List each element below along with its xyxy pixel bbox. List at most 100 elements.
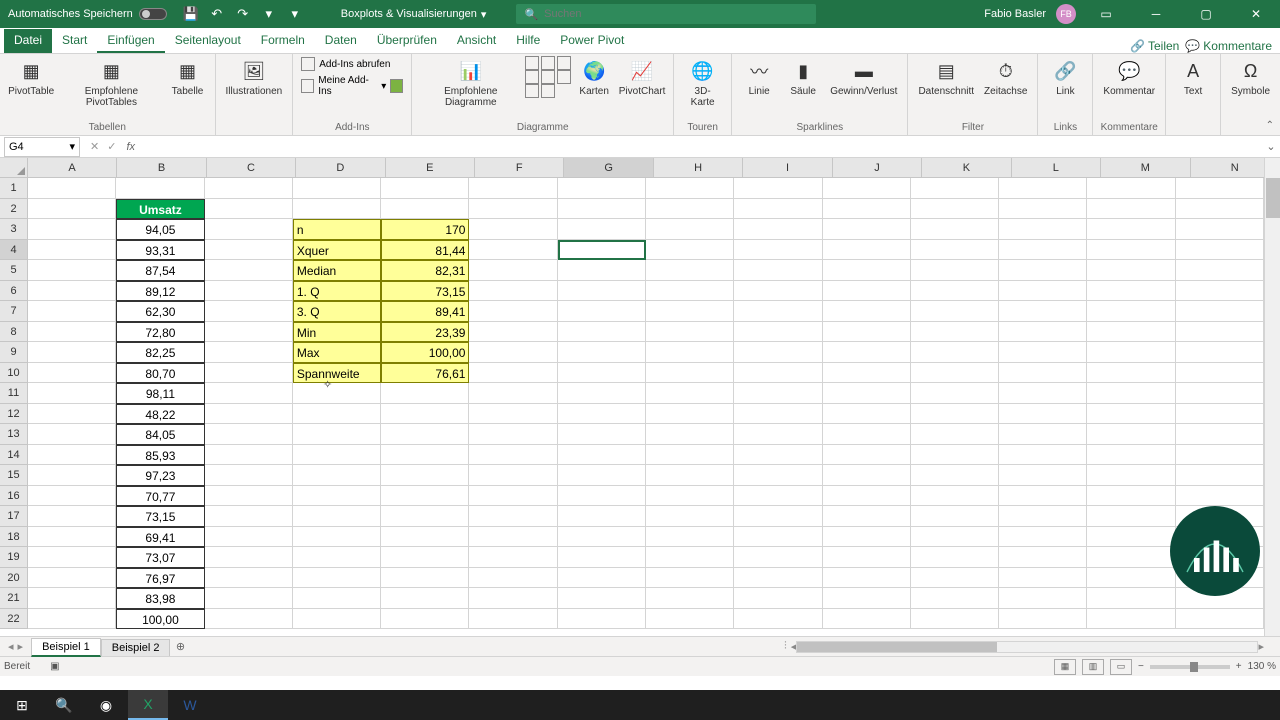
cell-K12[interactable] [911,404,999,425]
cell-D10[interactable]: Spannweite [293,363,381,384]
cell-G6[interactable] [558,281,646,302]
tab-daten[interactable]: Daten [315,29,367,53]
cell-K7[interactable] [911,301,999,322]
cell-D22[interactable] [293,609,381,630]
cell-N12[interactable] [1176,404,1264,425]
sheet-nav[interactable]: ◂▸ [0,640,31,653]
cell-K9[interactable] [911,342,999,363]
cell-C8[interactable] [205,322,293,343]
tab-start[interactable]: Start [52,29,97,53]
cell-E16[interactable] [381,486,469,507]
cell-I10[interactable] [734,363,822,384]
scatter-chart-icon[interactable] [541,70,555,84]
cell-D6[interactable]: 1. Q [293,281,381,302]
get-addins-button[interactable]: Add-Ins abrufen [299,56,405,72]
cell-A17[interactable] [28,506,116,527]
cell-B17[interactable]: 73,15 [116,506,204,527]
search-box[interactable]: 🔍 [516,4,816,24]
cell-A16[interactable] [28,486,116,507]
cell-M21[interactable] [1087,588,1175,609]
cell-J22[interactable] [823,609,911,630]
cell-L20[interactable] [999,568,1087,589]
chevron-down-icon[interactable]: ▾ [481,8,487,21]
cell-I16[interactable] [734,486,822,507]
cell-L3[interactable] [999,219,1087,240]
cell-G11[interactable] [558,383,646,404]
cell-B9[interactable]: 82,25 [116,342,204,363]
fx-icon[interactable]: fx [122,141,139,153]
cell-E20[interactable] [381,568,469,589]
sparkline-line-button[interactable]: 〰Linie [738,56,780,99]
row-header-15[interactable]: 15 [0,465,28,486]
accept-formula-icon[interactable]: ✓ [107,140,116,153]
stock-chart-icon[interactable] [541,84,555,98]
cell-M13[interactable] [1087,424,1175,445]
cell-E17[interactable] [381,506,469,527]
cell-M6[interactable] [1087,281,1175,302]
cell-I19[interactable] [734,547,822,568]
cell-B21[interactable]: 83,98 [116,588,204,609]
cell-F20[interactable] [469,568,557,589]
cell-F21[interactable] [469,588,557,609]
cell-F17[interactable] [469,506,557,527]
area-chart-icon[interactable] [525,70,539,84]
cell-H12[interactable] [646,404,734,425]
cell-H21[interactable] [646,588,734,609]
cell-I12[interactable] [734,404,822,425]
row-header-2[interactable]: 2 [0,199,28,220]
cell-I11[interactable] [734,383,822,404]
row-header-14[interactable]: 14 [0,445,28,466]
row-header-20[interactable]: 20 [0,568,28,589]
minimize-button[interactable]: ─ [1136,0,1176,28]
cell-H14[interactable] [646,445,734,466]
cell-M16[interactable] [1087,486,1175,507]
cell-E22[interactable] [381,609,469,630]
qat-more-icon[interactable]: ▾ [287,6,303,22]
cell-L8[interactable] [999,322,1087,343]
cell-M2[interactable] [1087,199,1175,220]
cell-D11[interactable] [293,383,381,404]
vertical-scrollbar[interactable] [1264,158,1280,636]
cell-A18[interactable] [28,527,116,548]
cell-B10[interactable]: 80,70 [116,363,204,384]
cell-C5[interactable] [205,260,293,281]
cell-C4[interactable] [205,240,293,261]
cell-J21[interactable] [823,588,911,609]
view-pagelayout-button[interactable]: ▥ [1082,659,1104,675]
expand-formula-icon[interactable]: ⌄ [1262,140,1280,153]
cell-N9[interactable] [1176,342,1264,363]
row-header-18[interactable]: 18 [0,527,28,548]
cell-J10[interactable] [823,363,911,384]
start-button[interactable]: ⊞ [2,690,42,720]
cell-D19[interactable] [293,547,381,568]
cell-L7[interactable] [999,301,1087,322]
cell-L16[interactable] [999,486,1087,507]
cell-H16[interactable] [646,486,734,507]
autosave-toggle[interactable]: Automatisches Speichern [0,8,175,20]
cell-A9[interactable] [28,342,116,363]
cell-K3[interactable] [911,219,999,240]
cell-N7[interactable] [1176,301,1264,322]
cell-B2[interactable]: Umsatz [116,199,204,220]
cell-J20[interactable] [823,568,911,589]
cell-A6[interactable] [28,281,116,302]
cell-J2[interactable] [823,199,911,220]
cell-G18[interactable] [558,527,646,548]
tab-einfuegen[interactable]: Einfügen [97,29,164,53]
cell-L13[interactable] [999,424,1087,445]
cell-F5[interactable] [469,260,557,281]
tab-file[interactable]: Datei [4,29,52,53]
col-header-K[interactable]: K [922,158,1011,177]
name-box[interactable]: G4▾ [4,137,80,157]
sheet-tab-2[interactable]: Beispiel 2 [101,639,171,656]
cell-A5[interactable] [28,260,116,281]
cell-E15[interactable] [381,465,469,486]
cell-N3[interactable] [1176,219,1264,240]
row-header-21[interactable]: 21 [0,588,28,609]
cell-F2[interactable] [469,199,557,220]
cell-K4[interactable] [911,240,999,261]
cell-D1[interactable] [293,178,381,199]
cell-I13[interactable] [734,424,822,445]
cell-B22[interactable]: 100,00 [116,609,204,630]
cell-B19[interactable]: 73,07 [116,547,204,568]
